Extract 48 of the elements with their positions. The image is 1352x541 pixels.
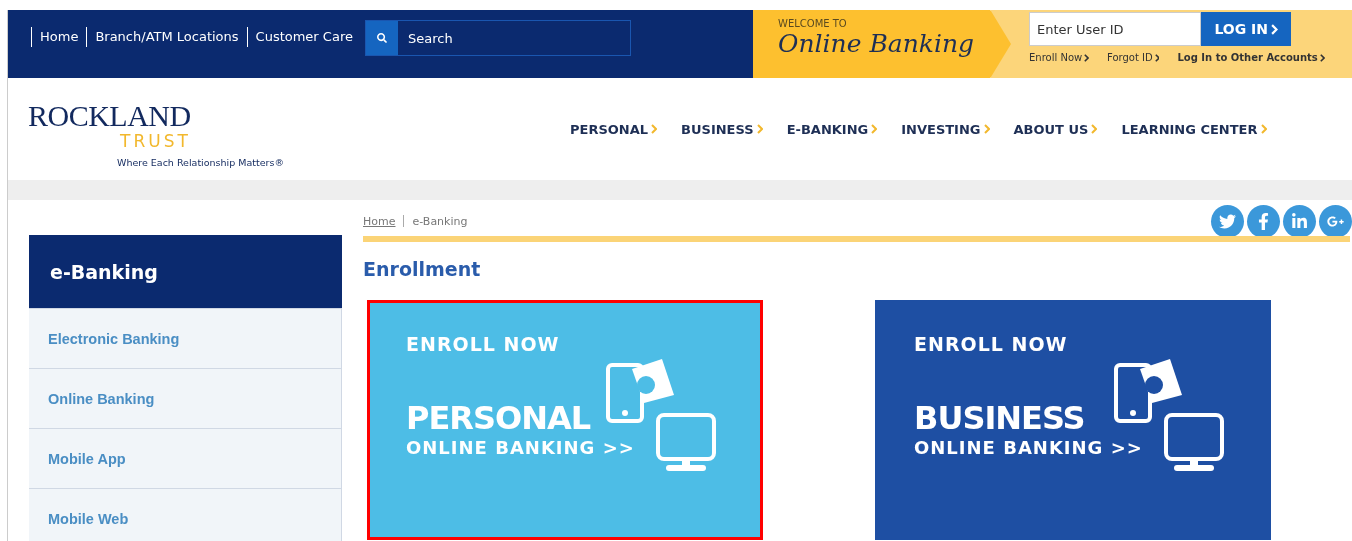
welcome-kicker: WELCOME TO [778, 18, 848, 29]
google-plus-icon[interactable] [1319, 204, 1352, 238]
chevron-icon [1084, 53, 1089, 62]
login-button[interactable]: LOG IN [1201, 12, 1291, 46]
chevron-icon [983, 124, 990, 134]
facebook-icon[interactable] [1247, 204, 1280, 238]
sidebar-title: e-Banking [29, 235, 342, 308]
top-nav-link[interactable]: Branch/ATM Locations [86, 27, 247, 47]
top-nav-link[interactable]: Home [31, 27, 87, 47]
login-link[interactable]: Forgot ID [1107, 52, 1160, 63]
search-icon [376, 33, 387, 43]
chevron-icon [1154, 53, 1160, 62]
enroll-banner[interactable]: ENROLL NOW BUSINESS ONLINE BANKING >> [875, 300, 1271, 540]
chevron-icon [651, 124, 658, 134]
logo-tagline: Where Each Relationship Matters® [117, 156, 285, 168]
breadcrumb-link[interactable]: Home [363, 214, 396, 228]
page-heading: Enrollment [363, 258, 482, 280]
top-nav-link[interactable]: Customer Care [246, 27, 361, 47]
main-nav-item[interactable]: INVESTING [899, 117, 992, 141]
search-bar[interactable]: Search [364, 20, 631, 56]
logo-name: ROCKLAND [28, 100, 192, 131]
banner-kicker: ENROLL NOW [914, 333, 1069, 355]
welcome-title: Online Banking [778, 29, 976, 58]
main-nav-item[interactable]: E-BANKING [784, 117, 880, 141]
breadcrumb-current: e-Banking [412, 214, 468, 228]
search-field[interactable]: Search [397, 21, 630, 55]
main-nav-item[interactable]: LEARNING CENTER [1119, 117, 1269, 141]
banner-kicker: ENROLL NOW [406, 333, 561, 355]
chevron-icon [1260, 124, 1267, 134]
user-id-field[interactable]: Enter User ID [1029, 12, 1201, 46]
search-button[interactable] [365, 21, 398, 55]
linkedin-icon[interactable] [1283, 204, 1316, 238]
main-nav-item[interactable]: PERSONAL [568, 117, 660, 141]
twitter-icon[interactable] [1211, 204, 1244, 238]
banner-subtitle: ONLINE BANKING >> [406, 437, 635, 458]
banner-title: BUSINESS [914, 399, 1086, 437]
main-nav-item[interactable]: BUSINESS [679, 117, 765, 141]
logo-subname: TRUST [120, 130, 192, 151]
login-link[interactable]: Log In to Other Accounts [1177, 52, 1325, 63]
chevron-icon [871, 124, 878, 134]
chevron-icon [1319, 53, 1325, 62]
main-nav-item[interactable]: ABOUT US [1011, 117, 1100, 141]
chevron-icon [1091, 124, 1098, 134]
login-link[interactable]: Enroll Now [1029, 52, 1089, 63]
chevron-icon [756, 124, 763, 134]
chevron-icon [1271, 23, 1278, 35]
banner-title: PERSONAL [406, 399, 592, 437]
banner-subtitle: ONLINE BANKING >> [914, 437, 1143, 458]
